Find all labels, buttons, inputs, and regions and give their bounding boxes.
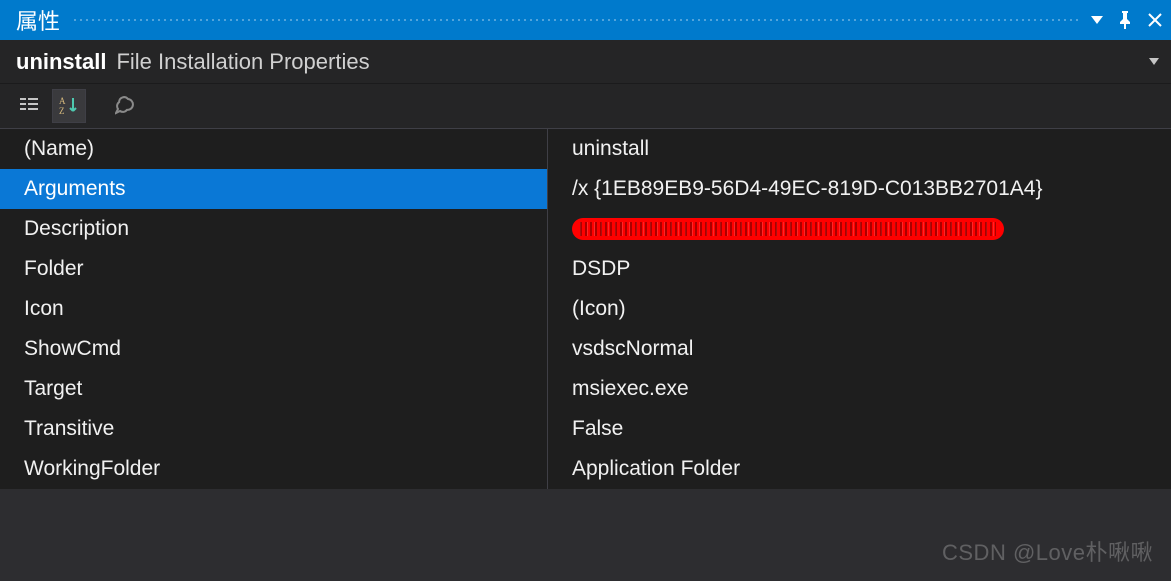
object-header: uninstall File Installation Properties [0,40,1171,84]
property-value[interactable] [548,209,1171,249]
panel-titlebar: 属性 [0,0,1171,40]
properties-toolbar: A Z [0,84,1171,128]
alphabetical-button[interactable]: A Z [52,89,86,123]
property-name: Transitive [0,409,548,449]
property-grid: (Name)uninstallArguments/x {1EB89EB9-56D… [0,128,1171,489]
panel-title: 属性 [16,4,60,36]
property-value[interactable]: (Icon) [548,289,1171,329]
property-row[interactable]: Description [0,209,1171,249]
property-row[interactable]: Icon(Icon) [0,289,1171,329]
svg-text:A: A [59,96,66,106]
property-row[interactable]: Arguments/x {1EB89EB9-56D4-49EC-819D-C01… [0,169,1171,209]
object-dropdown-icon[interactable] [1149,58,1159,65]
selected-object-type: File Installation Properties [116,49,369,75]
categorized-button[interactable] [12,89,46,123]
property-name: Description [0,209,548,249]
property-value[interactable]: msiexec.exe [548,369,1171,409]
property-value[interactable]: Application Folder [548,449,1171,489]
property-row[interactable]: (Name)uninstall [0,129,1171,169]
titlebar-grip[interactable] [72,17,1079,23]
watermark: CSDN @Love朴啾啾 [942,535,1153,567]
svg-text:Z: Z [59,106,65,116]
property-name: Target [0,369,548,409]
redacted-value [572,218,1004,240]
property-value[interactable]: False [548,409,1171,449]
property-row[interactable]: WorkingFolderApplication Folder [0,449,1171,489]
close-icon[interactable] [1147,12,1163,28]
property-value[interactable]: uninstall [548,129,1171,169]
property-value[interactable]: /x {1EB89EB9-56D4-49EC-819D-C013BB2701A4… [548,169,1171,209]
property-name: Icon [0,289,548,329]
property-row[interactable]: Targetmsiexec.exe [0,369,1171,409]
property-name: ShowCmd [0,329,548,369]
window-position-menu-icon[interactable] [1091,16,1103,24]
property-row[interactable]: TransitiveFalse [0,409,1171,449]
property-row[interactable]: ShowCmdvsdscNormal [0,329,1171,369]
pin-icon[interactable] [1117,11,1133,29]
selected-object-name: uninstall [16,49,106,75]
property-value[interactable]: DSDP [548,249,1171,289]
property-name: WorkingFolder [0,449,548,489]
titlebar-controls [1091,11,1163,29]
property-name: Folder [0,249,548,289]
property-value[interactable]: vsdscNormal [548,329,1171,369]
property-name: (Name) [0,129,548,169]
property-row[interactable]: FolderDSDP [0,249,1171,289]
property-name: Arguments [0,169,548,209]
property-pages-button[interactable] [108,89,142,123]
